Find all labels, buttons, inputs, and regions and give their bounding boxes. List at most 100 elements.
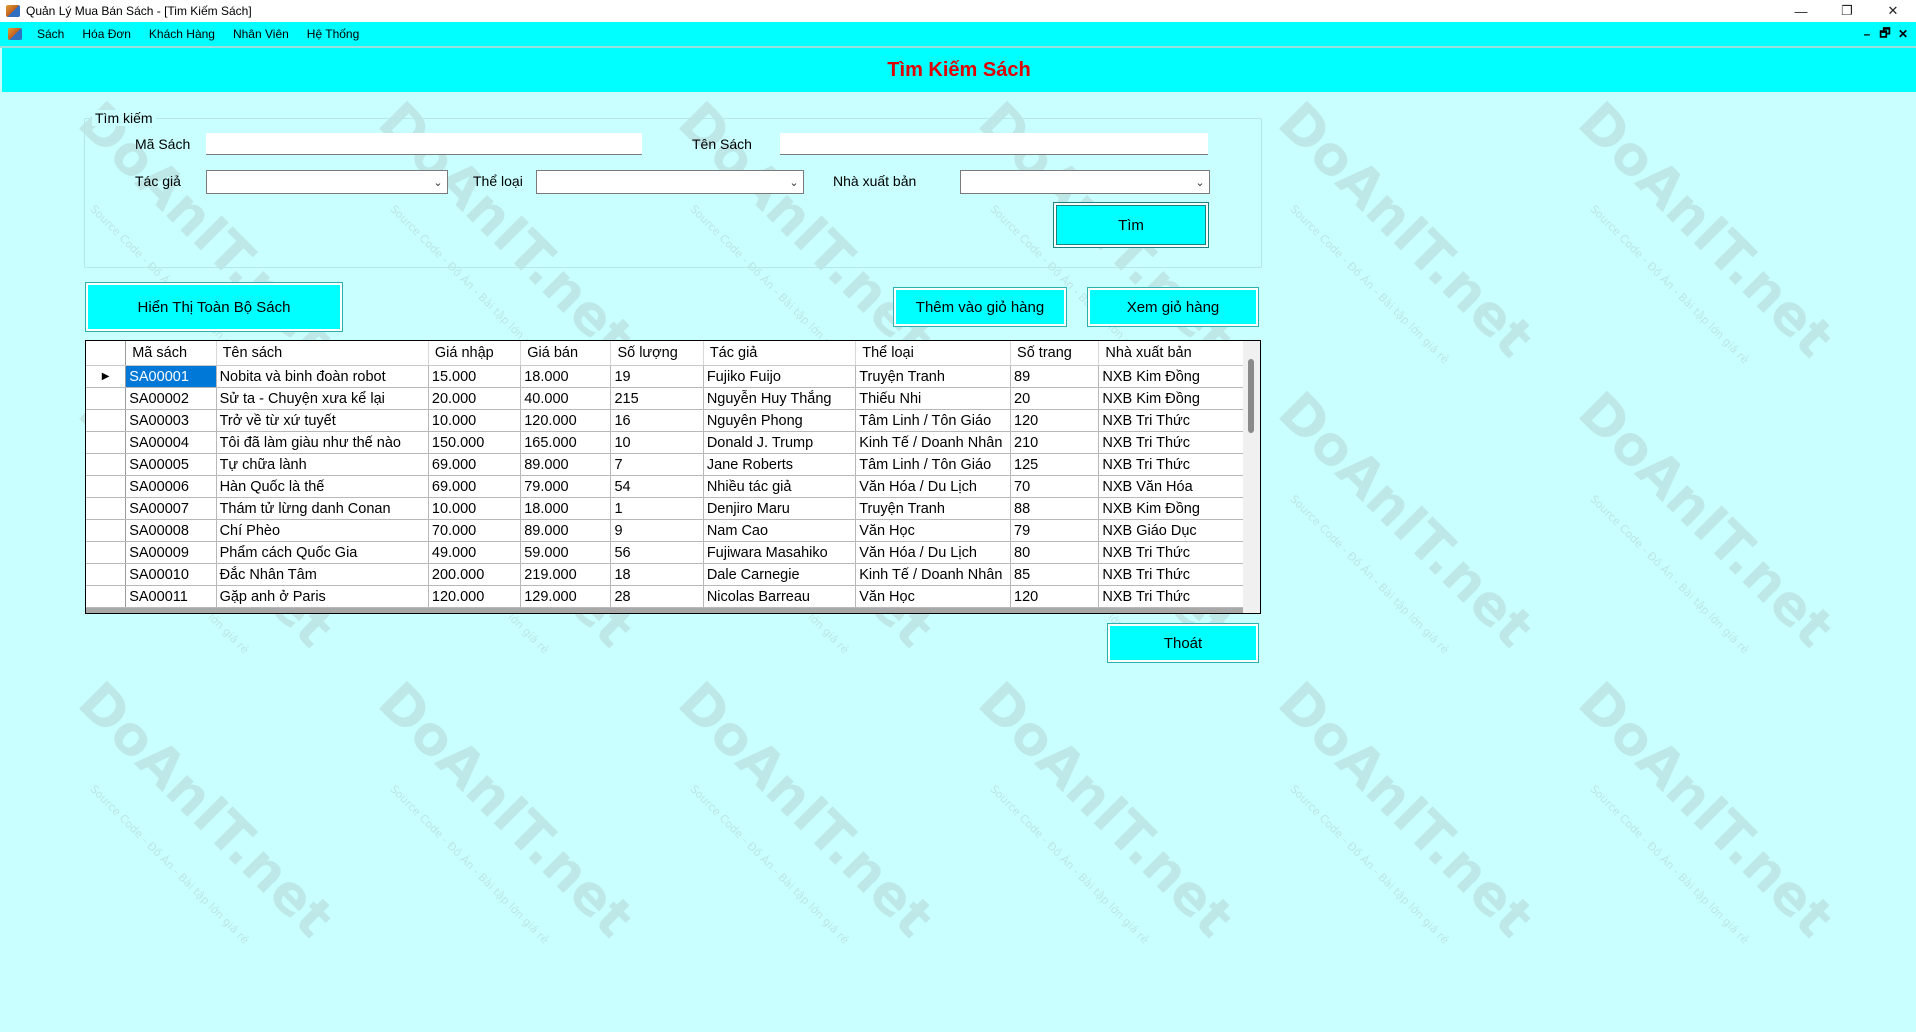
table-cell[interactable]: 89.000: [520, 519, 612, 542]
row-header[interactable]: [86, 541, 127, 564]
table-cell[interactable]: Denjiro Maru: [703, 497, 857, 520]
table-cell[interactable]: 20.000: [428, 387, 522, 410]
table-cell[interactable]: 56: [610, 541, 704, 564]
table-cell[interactable]: Văn Học: [855, 519, 1012, 542]
menu-he-thong[interactable]: Hệ Thống: [298, 22, 368, 46]
table-cell[interactable]: Tâm Linh / Tôn Giáo: [855, 409, 1012, 432]
table-cell[interactable]: SA00008: [125, 519, 217, 542]
table-cell[interactable]: 120: [1010, 409, 1100, 432]
table-cell[interactable]: Chí Phèo: [216, 519, 429, 542]
table-cell[interactable]: 54: [610, 475, 704, 498]
table-cell[interactable]: 7: [610, 453, 704, 476]
table-row[interactable]: SA00010 Đắc Nhân Tâm 200.000 219.000 18 …: [86, 563, 1260, 586]
table-cell[interactable]: 18: [610, 563, 704, 586]
table-cell[interactable]: 80: [1010, 541, 1100, 564]
table-cell[interactable]: Nobita và binh đoàn robot: [216, 365, 429, 388]
table-cell[interactable]: Fujiko Fuijo: [703, 365, 857, 388]
table-cell[interactable]: 79: [1010, 519, 1100, 542]
grid-vertical-scrollbar[interactable]: [1243, 341, 1260, 613]
table-cell[interactable]: SA00009: [125, 541, 217, 564]
table-cell[interactable]: 150.000: [428, 431, 522, 454]
table-cell[interactable]: NXB Tri Thức: [1098, 431, 1260, 454]
column-header[interactable]: Giá bán: [520, 341, 612, 366]
table-cell[interactable]: Nicolas Barreau: [703, 585, 857, 608]
table-cell[interactable]: 210: [1010, 431, 1100, 454]
table-cell[interactable]: Dale Carnegie: [703, 563, 857, 586]
table-cell[interactable]: Trở về từ xứ tuyết: [216, 409, 429, 432]
table-cell[interactable]: Văn Hóa / Du Lịch: [855, 475, 1012, 498]
table-cell[interactable]: 125: [1010, 453, 1100, 476]
table-cell[interactable]: NXB Tri Thức: [1098, 563, 1260, 586]
table-cell[interactable]: Hàn Quốc là thế: [216, 475, 429, 498]
table-cell[interactable]: 129.000: [520, 585, 612, 608]
table-cell[interactable]: SA00010: [125, 563, 217, 586]
table-cell[interactable]: 165.000: [520, 431, 612, 454]
table-cell[interactable]: SA00004: [125, 431, 217, 454]
table-cell[interactable]: 18.000: [520, 365, 612, 388]
table-cell[interactable]: 20: [1010, 387, 1100, 410]
table-cell[interactable]: SA00005: [125, 453, 217, 476]
table-cell[interactable]: Fujiwara Masahiko: [703, 541, 857, 564]
table-cell[interactable]: 89: [1010, 365, 1100, 388]
table-cell[interactable]: 18.000: [520, 497, 612, 520]
row-header[interactable]: [86, 453, 127, 476]
table-cell[interactable]: Phẩm cách Quốc Gia: [216, 541, 429, 564]
table-cell[interactable]: 89.000: [520, 453, 612, 476]
menu-hoa-don[interactable]: Hóa Đơn: [73, 22, 140, 46]
table-row[interactable]: SA00007 Thám tử lừng danh Conan 10.000 1…: [86, 497, 1260, 520]
minimize-button[interactable]: —: [1778, 0, 1824, 22]
table-cell[interactable]: Kinh Tế / Doanh Nhân: [855, 563, 1012, 586]
row-header[interactable]: [86, 563, 127, 586]
table-cell[interactable]: 88: [1010, 497, 1100, 520]
menu-nhan-vien[interactable]: Nhân Viên: [224, 22, 298, 46]
scrollbar-thumb[interactable]: [1248, 359, 1254, 433]
table-cell[interactable]: Nhiều tác giả: [703, 475, 857, 498]
row-header[interactable]: [86, 585, 127, 608]
table-cell[interactable]: Tự chữa lành: [216, 453, 429, 476]
table-row[interactable]: SA00003 Trở về từ xứ tuyết 10.000 120.00…: [86, 409, 1260, 432]
table-row[interactable]: SA00002 Sử ta - Chuyện xưa kể lại 20.000…: [86, 387, 1260, 410]
table-cell[interactable]: SA00007: [125, 497, 217, 520]
table-row[interactable]: SA00005 Tự chữa lành 69.000 89.000 7 Jan…: [86, 453, 1260, 476]
table-cell[interactable]: Truyện Tranh: [855, 497, 1012, 520]
row-header[interactable]: [86, 431, 127, 454]
table-cell[interactable]: Gặp anh ở Paris: [216, 585, 429, 608]
row-header[interactable]: [86, 409, 127, 432]
table-cell[interactable]: 49.000: [428, 541, 522, 564]
table-cell[interactable]: 219.000: [520, 563, 612, 586]
table-cell[interactable]: 9: [610, 519, 704, 542]
table-cell[interactable]: NXB Văn Hóa: [1098, 475, 1260, 498]
table-cell[interactable]: 70: [1010, 475, 1100, 498]
table-cell[interactable]: 16: [610, 409, 704, 432]
books-grid[interactable]: Mã sách Tên sách Giá nhập Giá bán Số lượ…: [85, 340, 1261, 614]
mdi-child-icon[interactable]: [8, 28, 22, 40]
table-cell[interactable]: 59.000: [520, 541, 612, 564]
column-header[interactable]: Mã sách: [125, 341, 217, 366]
table-cell[interactable]: Văn Hóa / Du Lịch: [855, 541, 1012, 564]
table-row[interactable]: SA00008 Chí Phèo 70.000 89.000 9 Nam Cao…: [86, 519, 1260, 542]
table-row[interactable]: SA00004 Tôi đã làm giàu như thế nào 150.…: [86, 431, 1260, 454]
table-cell[interactable]: NXB Kim Đồng: [1098, 365, 1260, 388]
ma-sach-input[interactable]: [206, 133, 642, 155]
table-cell[interactable]: 69.000: [428, 475, 522, 498]
table-cell[interactable]: SA00006: [125, 475, 217, 498]
table-cell[interactable]: Donald J. Trump: [703, 431, 857, 454]
mdi-minimize-button[interactable]: –: [1858, 27, 1876, 41]
maximize-button[interactable]: ❐: [1824, 0, 1870, 22]
table-cell[interactable]: SA00003: [125, 409, 217, 432]
menu-khach-hang[interactable]: Khách Hàng: [140, 22, 224, 46]
column-header[interactable]: Số trang: [1010, 341, 1100, 366]
table-cell[interactable]: 10.000: [428, 497, 522, 520]
table-cell[interactable]: 120.000: [428, 585, 522, 608]
table-cell[interactable]: Kinh Tế / Doanh Nhân: [855, 431, 1012, 454]
table-cell[interactable]: Jane Roberts: [703, 453, 857, 476]
table-cell[interactable]: Thiếu Nhi: [855, 387, 1012, 410]
close-button[interactable]: ✕: [1870, 0, 1916, 22]
table-cell[interactable]: SA00002: [125, 387, 217, 410]
table-row[interactable]: SA00006 Hàn Quốc là thế 69.000 79.000 54…: [86, 475, 1260, 498]
table-cell[interactable]: 10.000: [428, 409, 522, 432]
table-cell[interactable]: Truyện Tranh: [855, 365, 1012, 388]
table-cell[interactable]: NXB Kim Đồng: [1098, 387, 1260, 410]
table-cell[interactable]: Sử ta - Chuyện xưa kể lại: [216, 387, 429, 410]
ten-sach-input[interactable]: [780, 133, 1208, 155]
